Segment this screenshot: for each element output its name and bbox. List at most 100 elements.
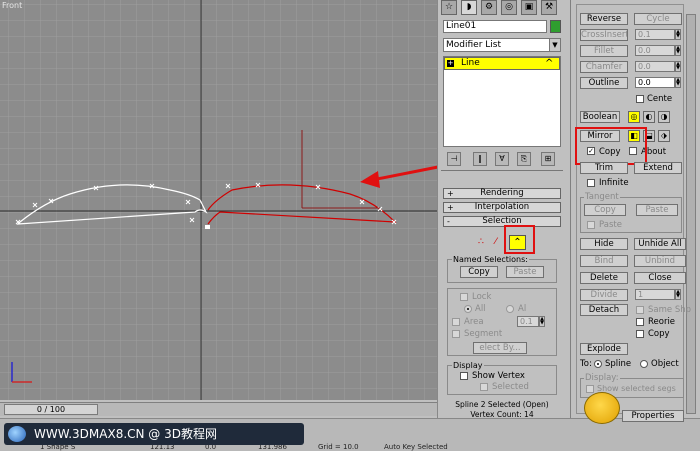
close-button[interactable]: Close — [634, 272, 686, 284]
rendering-rollout-label: Rendering — [480, 188, 524, 198]
stack-item-line[interactable]: Line — [444, 57, 560, 70]
interpolation-rollout[interactable]: + Interpolation — [443, 202, 561, 213]
vertex-mode-icon[interactable]: ∴ — [478, 237, 484, 247]
chamfer-spinner[interactable]: 0.0 — [635, 61, 675, 72]
crossinsert-spinner[interactable]: 0.1 — [635, 29, 675, 40]
detach-copy-checkbox[interactable] — [636, 330, 644, 338]
delete-button[interactable]: Delete — [580, 272, 628, 284]
viewport-label[interactable]: Front — [2, 1, 22, 10]
area-spinner[interactable]: 0.1 — [517, 316, 539, 327]
selection-info-line2: Vertex Count: 14 — [470, 410, 534, 419]
same-shape-checkbox[interactable] — [636, 306, 644, 314]
properties-button[interactable]: Properties — [622, 410, 684, 422]
same-shape-label: Same Shp — [648, 305, 691, 315]
cycle-button[interactable]: Cycle — [634, 13, 682, 25]
to-object-radio[interactable] — [640, 360, 648, 368]
subtraction-icon[interactable]: ◐ — [643, 111, 655, 123]
tangent-copy-button[interactable]: Copy — [584, 204, 626, 216]
infinite-checkbox[interactable] — [587, 179, 595, 187]
chevron-down-icon[interactable]: ▼ — [549, 39, 560, 51]
union-icon[interactable]: ◎ — [628, 111, 640, 123]
viewport-canvas[interactable] — [0, 0, 437, 400]
unbind-button[interactable]: Unbind — [634, 255, 686, 267]
reverse-button[interactable]: Reverse — [580, 13, 628, 25]
interpolation-rollout-label: Interpolation — [474, 202, 530, 212]
panel-scrollbar[interactable] — [686, 14, 696, 414]
explode-to-label: To: — [580, 359, 592, 369]
unhide-all-button[interactable]: Unhide All — [634, 238, 686, 250]
outline-spinner[interactable]: 0.0 — [635, 77, 675, 88]
fillet-button[interactable]: Fillet — [580, 45, 628, 57]
show-end-result-icon[interactable]: ‖ — [473, 152, 487, 166]
stack-toolbar: ⊣ ‖ ∀ ⎘ ⊞ — [443, 152, 561, 166]
detach-button[interactable]: Detach — [580, 304, 628, 316]
modify-tab-icon[interactable]: ◗ — [461, 0, 477, 15]
show-selected-segs-checkbox[interactable] — [586, 385, 594, 393]
select-by-button[interactable]: elect By... — [473, 342, 527, 354]
crossinsert-button[interactable]: CrossInsert — [580, 29, 628, 41]
fillet-spinner-arrows[interactable]: ▲ ▼ — [675, 45, 681, 56]
area-checkbox[interactable] — [452, 318, 460, 326]
divide-spinner-arrows[interactable]: ▲ ▼ — [675, 289, 681, 300]
segment-checkbox[interactable] — [452, 330, 460, 338]
display-group-label: Display — [452, 361, 484, 370]
object-color-swatch[interactable] — [550, 20, 561, 33]
to-spline-radio[interactable] — [594, 360, 602, 368]
utilities-tab-icon[interactable]: ⚒ — [541, 0, 557, 15]
chevron-up-icon[interactable]: ^ — [545, 58, 553, 69]
extend-button[interactable]: Extend — [634, 162, 682, 174]
time-slider[interactable]: 0 / 100 — [4, 404, 98, 415]
named-paste-button[interactable]: Paste — [506, 266, 544, 278]
segment-mode-icon[interactable]: ⁄ — [495, 237, 497, 247]
motion-tab-icon[interactable]: ◎ — [501, 0, 517, 15]
watermark-banner: WWW.3DMAX8.CN @ 3D教程网 — [4, 423, 304, 445]
fillet-spinner[interactable]: 0.0 — [635, 45, 675, 56]
pin-stack-icon[interactable]: ⊣ — [447, 152, 461, 166]
trim-button[interactable]: Trim — [580, 162, 628, 174]
tangent-paste-button[interactable]: Paste — [636, 204, 678, 216]
mirror-both-icon[interactable]: ⬗ — [658, 130, 670, 142]
intersection-icon[interactable]: ◑ — [658, 111, 670, 123]
show-vertex-label: Show Vertex — [472, 371, 525, 381]
create-tab-icon[interactable]: ☆ — [441, 0, 457, 15]
to-spline-label: Spline — [605, 359, 632, 369]
named-copy-button[interactable]: Copy — [460, 266, 498, 278]
tangent-label: Tangent — [584, 192, 620, 202]
area-spinner-arrows[interactable]: ▲ ▼ — [539, 316, 545, 327]
selected-checkbox[interactable] — [480, 383, 488, 391]
object-name-field[interactable]: Line01 — [443, 20, 547, 33]
chamfer-button[interactable]: Chamfer — [580, 61, 628, 73]
paste-length-label: Paste — [599, 220, 622, 230]
modifier-list-dropdown[interactable]: Modifier List — [443, 38, 561, 52]
lock-checkbox[interactable] — [460, 293, 468, 301]
to-object-label: Object — [651, 359, 679, 369]
front-viewport[interactable]: Front — [0, 0, 437, 400]
outline-button[interactable]: Outline — [580, 77, 628, 89]
chamfer-spinner-arrows[interactable]: ▲ ▼ — [675, 61, 681, 72]
paste-length-checkbox[interactable] — [587, 221, 595, 229]
divide-spinner[interactable]: 1 — [635, 289, 675, 300]
display-tab-icon[interactable]: ▣ — [521, 0, 537, 15]
crossinsert-spinner-arrows[interactable]: ▲ ▼ — [675, 29, 681, 40]
rendering-rollout[interactable]: + Rendering — [443, 188, 561, 199]
remove-modifier-icon[interactable]: ⎘ — [517, 152, 531, 166]
explode-button[interactable]: Explode — [580, 343, 628, 355]
reorient-checkbox[interactable] — [636, 318, 644, 326]
make-unique-icon[interactable]: ∀ — [495, 152, 509, 166]
outline-spinner-arrows[interactable]: ▲ ▼ — [675, 77, 681, 88]
bind-button[interactable]: Bind — [580, 255, 628, 267]
hierarchy-tab-icon[interactable]: ⚙ — [481, 0, 497, 15]
selection-rollout[interactable]: - Selection — [443, 216, 561, 227]
interpolation-sign: + — [447, 203, 454, 212]
hide-button[interactable]: Hide — [580, 238, 628, 250]
divide-button[interactable]: Divide — [580, 289, 628, 301]
configure-modifier-sets-icon[interactable]: ⊞ — [541, 152, 555, 166]
all-radio[interactable] — [464, 305, 472, 313]
center-checkbox[interactable] — [636, 95, 644, 103]
expand-plus-icon[interactable]: + — [447, 60, 454, 67]
boolean-button[interactable]: Boolean — [580, 111, 620, 123]
show-vertex-checkbox[interactable] — [460, 372, 468, 380]
highlight-box-spline — [504, 225, 535, 254]
auto-key-status[interactable]: Auto Key Selected — [384, 443, 448, 451]
al-radio[interactable] — [506, 305, 514, 313]
